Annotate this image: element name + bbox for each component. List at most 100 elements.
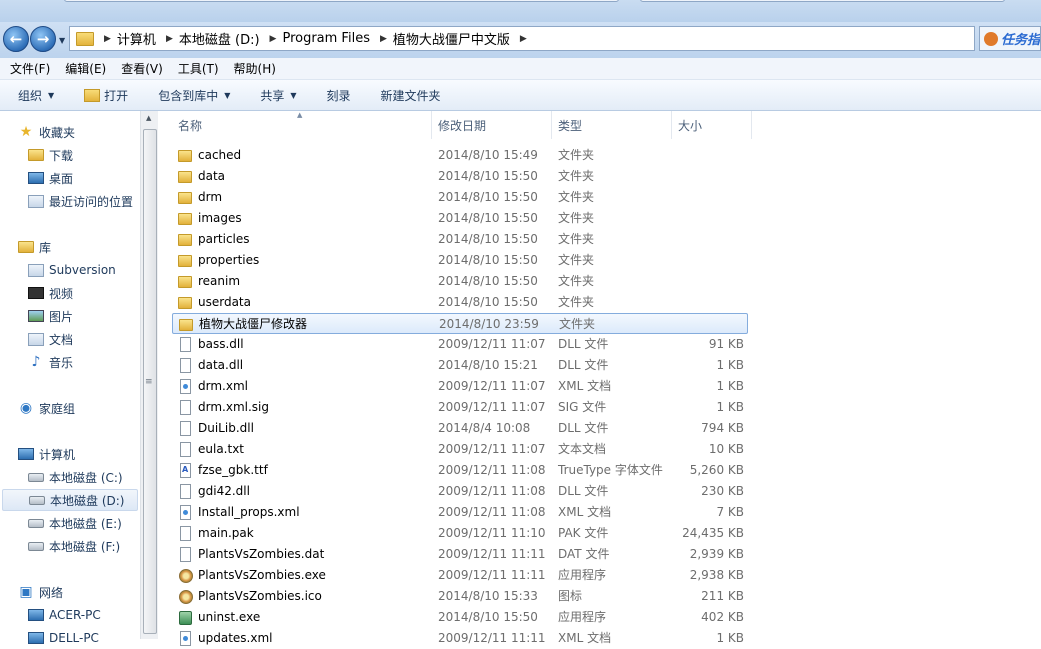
nav-item-label: 本地磁盘 (C:)	[49, 470, 123, 485]
breadcrumb: ▶ 计算机 ▶ 本地磁盘 (D:) ▶ Program Files ▶ 植物大战…	[94, 29, 533, 48]
file-row[interactable]: drm.xml 2009/12/11 11:07 XML 文档 1 KB	[172, 376, 748, 397]
file-row[interactable]: particles 2014/8/10 15:50 文件夹	[172, 229, 748, 250]
new-folder-button[interactable]: 新建文件夹	[381, 87, 441, 104]
address-bar[interactable]: ▶ 计算机 ▶ 本地磁盘 (D:) ▶ Program Files ▶ 植物大战…	[69, 26, 975, 51]
file-row[interactable]: userdata 2014/8/10 15:50 文件夹	[172, 292, 748, 313]
titlebar-box-left	[64, 0, 619, 2]
file-row[interactable]: properties 2014/8/10 15:50 文件夹	[172, 250, 748, 271]
nav-item-drive-c[interactable]: 本地磁盘 (C:)	[28, 466, 140, 488]
nav-item-drive-e[interactable]: 本地磁盘 (E:)	[28, 512, 140, 534]
file-name: data	[198, 169, 226, 183]
forward-button[interactable]: →	[30, 26, 56, 52]
nav-item-drive-d[interactable]: 本地磁盘 (D:)	[2, 489, 138, 511]
back-button[interactable]: ←	[3, 26, 29, 52]
menu-edit[interactable]: 编辑(E)	[65, 60, 106, 77]
nav-scrollbar[interactable]: ▲ ≡	[140, 111, 158, 639]
file-name: PlantsVsZombies.exe	[198, 568, 326, 582]
file-row[interactable]: 植物大战僵尸修改器 2014/8/10 23:59 文件夹	[172, 313, 748, 334]
scroll-up-icon[interactable]: ▲	[146, 114, 151, 122]
nav-favorites[interactable]: ★ 收藏夹	[18, 121, 158, 143]
file-row[interactable]: uninst.exe 2014/8/10 15:50 应用程序 402 KB	[172, 607, 748, 628]
file-row[interactable]: reanim 2014/8/10 15:50 文件夹	[172, 271, 748, 292]
recent-pages-dropdown[interactable]: ▼	[59, 36, 65, 45]
navigation-pane: ★ 收藏夹 下载 桌面 最近访问的位置 库 Subversion 视频 图片 文…	[0, 111, 158, 645]
file-row[interactable]: data.dll 2014/8/10 15:21 DLL 文件 1 KB	[172, 355, 748, 376]
address-row: ← → ▼ ▶ 计算机 ▶ 本地磁盘 (D:) ▶ Program Files …	[0, 22, 1041, 58]
breadcrumb-chevron-icon[interactable]: ▶	[380, 34, 387, 44]
nav-libraries[interactable]: 库	[18, 236, 158, 258]
title-bar	[0, 0, 1041, 22]
file-type: 文件夹	[558, 190, 595, 204]
nav-item-drive-f[interactable]: 本地磁盘 (F:)	[28, 535, 140, 557]
nav-item-music[interactable]: ♪ 音乐	[28, 351, 140, 373]
column-header-size[interactable]: 大小	[672, 111, 752, 139]
nav-item-recent-places[interactable]: 最近访问的位置	[28, 190, 140, 212]
file-row[interactable]: main.pak 2009/12/11 11:10 PAK 文件 24,435 KB	[172, 523, 748, 544]
task-button[interactable]: 任务指	[979, 26, 1041, 51]
breadcrumb-chevron-icon[interactable]: ▶	[104, 34, 111, 44]
burn-button[interactable]: 刻录	[327, 87, 351, 104]
nav-item-videos[interactable]: 视频	[28, 282, 140, 304]
file-row[interactable]: PlantsVsZombies.exe 2009/12/11 11:11 应用程序 2…	[172, 565, 748, 586]
file-row[interactable]: PlantsVsZombies.dat 2009/12/11 11:11 DAT 文…	[172, 544, 748, 565]
task-button-label: 任务指	[1001, 33, 1041, 48]
nav-item-downloads[interactable]: 下载	[28, 144, 140, 166]
include-in-library-button[interactable]: 包含到库中 ▼	[158, 87, 230, 104]
breadcrumb-chevron-icon[interactable]: ▶	[270, 34, 277, 44]
file-name: properties	[198, 253, 260, 267]
file-row[interactable]: drm 2014/8/10 15:50 文件夹	[172, 187, 748, 208]
nav-item-desktop[interactable]: 桌面	[28, 167, 140, 189]
nav-item-pictures[interactable]: 图片	[28, 305, 140, 327]
menu-tools[interactable]: 工具(T)	[178, 60, 219, 77]
file-row[interactable]: cached 2014/8/10 15:49 文件夹	[172, 145, 748, 166]
menu-view[interactable]: 查看(V)	[121, 60, 163, 77]
nav-item-acer-pc[interactable]: ACER-PC	[28, 604, 140, 626]
file-row[interactable]: data 2014/8/10 15:50 文件夹	[172, 166, 748, 187]
file-type: DAT 文件	[558, 547, 610, 561]
nav-network[interactable]: ▣ 网络	[18, 581, 158, 603]
file-type: DLL 文件	[558, 484, 609, 498]
breadcrumb-item[interactable]: 本地磁盘 (D:)	[179, 29, 260, 48]
folder-icon	[178, 234, 192, 246]
breadcrumb-chevron-icon[interactable]: ▶	[166, 34, 173, 44]
column-header-modified[interactable]: 修改日期	[432, 111, 552, 139]
file-row[interactable]: eula.txt 2009/12/11 11:07 文本文档 10 KB	[172, 439, 748, 460]
nav-homegroup[interactable]: ◉ 家庭组	[18, 397, 158, 419]
file-row[interactable]: PlantsVsZombies.ico 2014/8/10 15:33 图标 211 …	[172, 586, 748, 607]
nav-computer[interactable]: 计算机	[18, 443, 158, 465]
network-icon: ▣	[19, 584, 33, 600]
file-size: 5,260 KB	[689, 463, 744, 477]
breadcrumb-item[interactable]: 植物大战僵尸中文版	[393, 29, 510, 48]
file-date: 2014/8/10 15:21	[438, 358, 538, 372]
breadcrumb-item[interactable]: Program Files	[282, 31, 370, 46]
file-size: 2,938 KB	[689, 568, 744, 582]
nav-item-dell-pc[interactable]: DELL-PC	[28, 627, 140, 649]
file-row[interactable]: DuiLib.dll 2014/8/4 10:08 DLL 文件 794 KB	[172, 418, 748, 439]
file-size: 2,939 KB	[689, 547, 744, 561]
nav-item-documents[interactable]: 文档	[28, 328, 140, 350]
file-type: 应用程序	[558, 568, 607, 582]
open-button[interactable]: 打开	[84, 87, 128, 104]
file-type: 文件夹	[558, 295, 595, 309]
share-button[interactable]: 共享 ▼	[260, 87, 296, 104]
breadcrumb-chevron-icon[interactable]: ▶	[520, 34, 527, 44]
folder-icon	[178, 255, 192, 267]
menu-file[interactable]: 文件(F)	[10, 60, 50, 77]
file-name: cached	[198, 148, 242, 162]
breadcrumb-item[interactable]: 计算机	[117, 29, 156, 48]
file-row[interactable]: drm.xml.sig 2009/12/11 11:07 SIG 文件 1 KB	[172, 397, 748, 418]
file-row[interactable]: bass.dll 2009/12/11 11:07 DLL 文件 91 KB	[172, 334, 748, 355]
nav-item-label: 桌面	[49, 171, 74, 186]
menu-help[interactable]: 帮助(H)	[234, 60, 276, 77]
nav-item-subversion[interactable]: Subversion	[28, 259, 140, 281]
file-row[interactable]: images 2014/8/10 15:50 文件夹	[172, 208, 748, 229]
homegroup-icon: ◉	[19, 400, 33, 416]
file-row[interactable]: Install_props.xml 2009/12/11 11:08 XML 文档 7…	[172, 502, 748, 523]
organize-button[interactable]: 组织 ▼	[18, 87, 54, 104]
file-row[interactable]: fzse_gbk.ttf2009/12/11 11:08TrueType 字体文…	[172, 460, 748, 481]
file-icon	[180, 547, 191, 562]
nav-computer-label: 计算机	[39, 447, 76, 462]
file-row[interactable]: gdi42.dll 2009/12/11 11:08 DLL 文件 230 KB	[172, 481, 748, 502]
column-header-type[interactable]: 类型	[552, 111, 672, 139]
file-name: bass.dll	[198, 337, 244, 351]
